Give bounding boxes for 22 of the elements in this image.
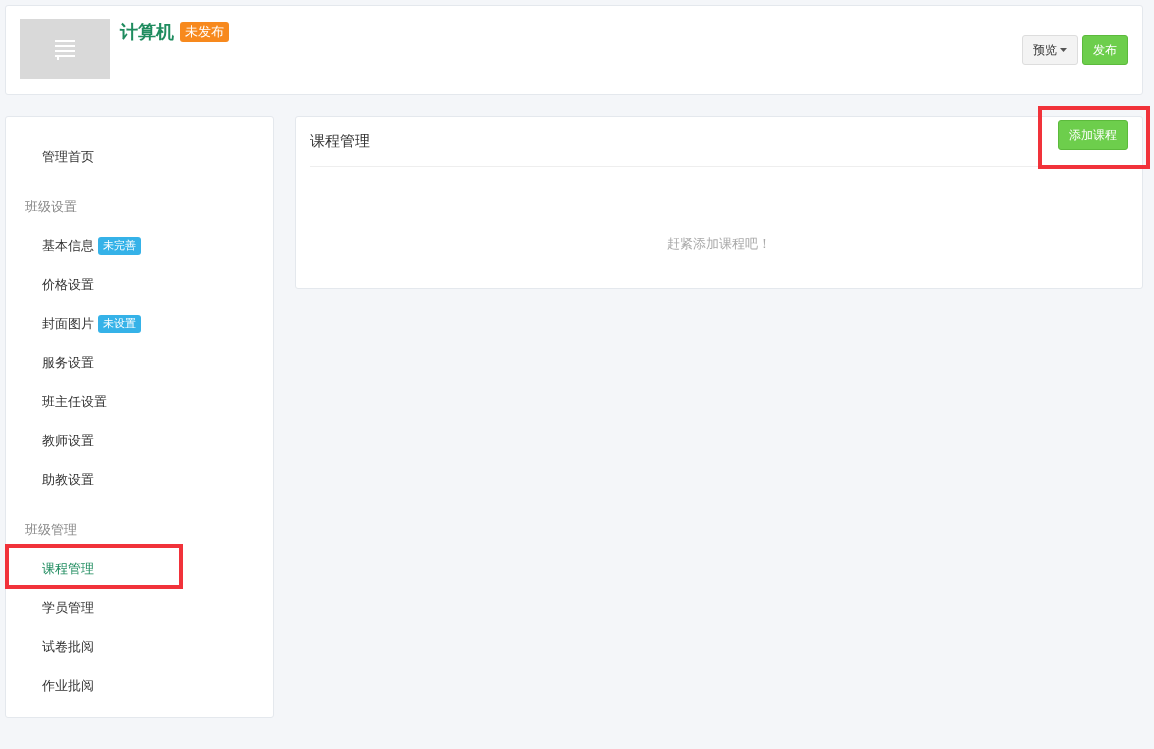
sidebar-link[interactable]: 价格设置 (42, 274, 94, 295)
group-label: 班级设置 (25, 197, 77, 216)
sidebar-link[interactable]: 试卷批阅 (42, 636, 94, 657)
sidebar-link[interactable]: 课程管理 (42, 558, 94, 579)
sidebar-link[interactable]: 基本信息 (42, 235, 94, 256)
empty-message: 赶紧添加课程吧！ (667, 235, 771, 253)
caret-icon (1060, 48, 1067, 52)
sidebar-link[interactable]: 封面图片 (42, 313, 94, 334)
sidebar-link[interactable]: 服务设置 (42, 352, 94, 373)
sidebar-link[interactable]: 教师设置 (42, 430, 94, 451)
sidebar-link[interactable]: 管理首页 (42, 146, 94, 167)
status-badge: 未发布 (180, 22, 229, 42)
status-badge: 未设置 (98, 314, 141, 333)
sidebar-link[interactable]: 班主任设置 (42, 391, 107, 412)
preview-dropdown[interactable]: 预览 (1022, 35, 1078, 65)
sidebar-link[interactable]: 助教设置 (42, 469, 94, 490)
status-badge: 未完善 (98, 236, 141, 255)
sidebar-link[interactable]: 学员管理 (42, 597, 94, 618)
course-title: 计算机 (120, 20, 174, 44)
panel-title: 课程管理 (310, 131, 370, 153)
sidebar-link[interactable]: 作业批阅 (42, 675, 94, 696)
group-label: 班级管理 (25, 520, 77, 539)
